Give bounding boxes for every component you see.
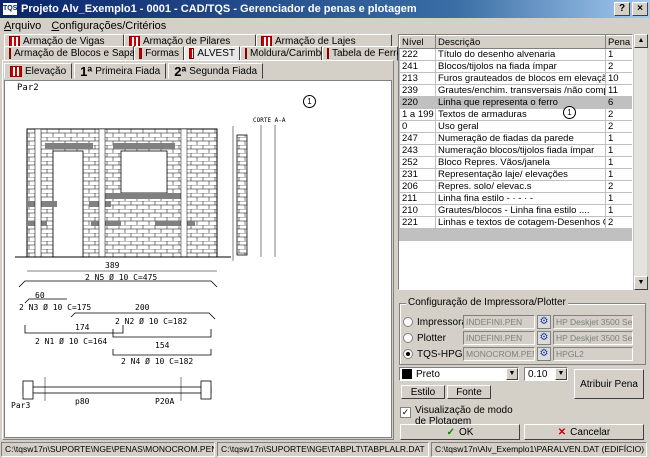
dim-bar-n1: 2 N1 Ø 10 C=164 <box>35 337 108 346</box>
status-config-file: C:\tqsw17n\Alv_Exemplo1\PARALVEN.DAT (ED… <box>431 442 647 457</box>
table-row-empty <box>399 228 632 241</box>
radio-plotter[interactable]: Plotter <box>403 331 446 345</box>
table-row[interactable]: 210 Grautes/blocos - Linha fina estilo ..… <box>399 204 632 217</box>
menu-arquivo[interactable]: Arquivo <box>4 20 41 32</box>
tqs-hpgl2-pen-file[interactable]: MONOCROM.PEN <box>463 347 535 361</box>
status-table-file: C:\tqsw17n\SUPORTE\NGE\TABPLT\TABPLALR.D… <box>217 442 429 457</box>
tqs-hpgl2-device[interactable]: HPGL2 <box>553 347 633 361</box>
tab-icon <box>327 48 329 59</box>
status-bar: C:\tqsw17n\SUPORTE\NGE\PENAS\MONOCROM.PE… <box>0 441 650 458</box>
table-row[interactable]: 221Linhas e textos de cotagem-Desenhos C… <box>399 216 632 229</box>
font-button[interactable]: Fonte <box>447 385 491 399</box>
tab-icon <box>245 48 247 59</box>
dim-bar-n4: 2 N4 Ø 10 C=182 <box>121 357 194 366</box>
tab-icon <box>189 48 195 59</box>
table-row[interactable]: 247 Numeração de fiadas da parede 1 <box>399 132 632 145</box>
table-row[interactable]: 222 Título do desenho alvenaria 1 <box>399 48 632 61</box>
col-descricao[interactable]: Descrição <box>435 35 606 49</box>
chevron-down-icon[interactable]: ▼ <box>506 368 518 380</box>
app-icon: TQS <box>3 3 17 15</box>
tab-row-2: Armação de Blocos e Sapatas Formas ALVES… <box>4 46 407 61</box>
subtab-primeira-fiada[interactable]: 1ª Primeira Fiada <box>74 63 167 79</box>
radio-icon[interactable] <box>403 317 413 327</box>
tab-formas[interactable]: Formas <box>134 46 184 61</box>
table-vertical-scrollbar[interactable]: ▲ ▼ <box>633 34 648 290</box>
dim-p80: p80 <box>75 397 90 406</box>
ok-button[interactable]: ✓ OK <box>400 424 520 440</box>
pen-color-select[interactable]: Preto ▼ <box>399 367 519 381</box>
status-pen-file: C:\tqsw17n\SUPORTE\NGE\PENAS\MONOCROM.PE… <box>1 442 215 457</box>
elevation-drawing <box>15 125 276 401</box>
chevron-down-icon[interactable]: ▼ <box>555 368 567 380</box>
dim-154: 154 <box>155 341 170 350</box>
impressora-device[interactable]: HP Deskjet 3500 Serie <box>553 315 633 329</box>
checkmark-icon[interactable]: ✓ <box>400 407 411 418</box>
assign-pen-button[interactable]: Atribuir Pena <box>574 369 644 399</box>
dim-174: 174 <box>75 323 90 332</box>
window-title: Projeto Alv_Exemplo1 - 0001 - CAD/TQS - … <box>21 3 417 15</box>
help-button[interactable]: ? <box>614 2 630 16</box>
menu-configuracoes[interactable]: Configurações/Critérios <box>51 20 166 32</box>
subtab-elevacao[interactable]: Elevação <box>4 63 73 79</box>
dim-p20a: P20A <box>155 397 175 406</box>
color-swatch <box>402 369 412 379</box>
table-row-selected[interactable]: 220 Linha que representa o ferro 6 <box>399 96 632 109</box>
x-icon: ✕ <box>557 426 567 438</box>
table-row[interactable]: 213 Furos grauteados de blocos em elevaçã… <box>399 72 632 85</box>
col-pena[interactable]: Pena <box>605 35 632 49</box>
gear-icon[interactable]: ⚙ <box>537 315 551 329</box>
table-row[interactable]: 206 Repres. solo/ elevac.s 2 <box>399 180 632 193</box>
table-row[interactable]: 1 a 199 Textos de armaduras 2 <box>399 108 632 121</box>
style-button[interactable]: Estilo <box>401 385 445 399</box>
radio-icon[interactable] <box>403 333 413 343</box>
dim-200: 200 <box>135 303 150 312</box>
impressora-pen-file[interactable]: INDEFINI.PEN <box>463 315 535 329</box>
table-row[interactable]: 239 Grautes/enchim. transversais /não com… <box>399 84 632 97</box>
plotter-device[interactable]: HP Deskjet 3500 Serie <box>553 331 633 345</box>
dim-overall: 389 <box>105 261 120 270</box>
table-row[interactable]: 211 Linha fina estilo - · - · -1 <box>399 192 632 205</box>
elevation-icon <box>10 65 22 77</box>
gear-icon[interactable]: ⚙ <box>537 331 551 345</box>
table-row[interactable]: 241 Blocos/tijolos na fiada ímpar 2 <box>399 60 632 73</box>
scroll-up-icon[interactable]: ▲ <box>634 34 648 48</box>
tab-icon <box>9 48 11 59</box>
scroll-down-icon[interactable]: ▼ <box>634 276 648 290</box>
close-button[interactable]: × <box>632 2 648 16</box>
col-nivel[interactable]: Nível <box>399 35 436 49</box>
plotter-config-label: Configuração de Impressora/Plotter <box>406 297 568 308</box>
drawing-preview[interactable]: Par2 1 CORTE A-A 389 2 N5 Ø 10 C=475 60 … <box>4 80 392 438</box>
drawing-bottom-label: Par3 <box>11 401 31 410</box>
dim-bar-n5: 2 N5 Ø 10 C=475 <box>85 273 158 282</box>
radio-impressora[interactable]: Impressora <box>403 315 467 329</box>
subtab-bar: Elevação 1ª Primeira Fiada 2ª Segunda Fiad… <box>4 63 265 79</box>
tab-moldura-carimbo[interactable]: Moldura/Carimbo <box>240 46 327 61</box>
table-row[interactable]: 231 Representação laje/ elevações 1 <box>399 168 632 181</box>
dim-bar-n3: 2 N3 Ø 10 C=175 <box>19 303 92 312</box>
table-row[interactable]: 252 Bloco Repres. Vãos/janela 1 <box>399 156 632 169</box>
tab-tabela-ferros[interactable]: Tabela de Ferros <box>322 46 407 61</box>
subtab-segunda-fiada[interactable]: 2ª Segunda Fiada <box>168 63 264 79</box>
check-icon: ✓ <box>446 426 455 438</box>
menu-bar: Arquivo Configurações/Critérios <box>0 18 650 34</box>
gear-icon[interactable]: ⚙ <box>537 347 551 361</box>
cancel-button[interactable]: ✕ Cancelar <box>524 424 644 440</box>
table-marker: 1 <box>563 106 576 119</box>
tab-alvest[interactable]: ALVEST <box>184 46 240 61</box>
title-bar: TQS Projeto Alv_Exemplo1 - 0001 - CAD/TQ… <box>0 0 650 18</box>
table-header: Nível Descrição Pena <box>399 35 632 49</box>
dim-bar-n2: 2 N2 Ø 10 C=182 <box>115 317 188 326</box>
radio-icon-selected[interactable] <box>403 349 413 359</box>
pen-level-table: Nível Descrição Pena 222 Título do desenh… <box>398 34 633 290</box>
table-row[interactable]: 0 Uso geral 2 <box>399 120 632 133</box>
tab-armacao-blocos[interactable]: Armação de Blocos e Sapatas <box>4 46 149 61</box>
dim-60: 60 <box>35 291 45 300</box>
pen-width-select[interactable]: 0.10 ▼ <box>524 367 568 381</box>
section-label: CORTE A-A <box>253 117 286 124</box>
table-row[interactable]: 243 Numeração blocos/tijolos fiada ímpar 1 <box>399 144 632 157</box>
tab-icon <box>139 48 143 59</box>
plotter-pen-file[interactable]: INDEFINI.PEN <box>463 331 535 345</box>
